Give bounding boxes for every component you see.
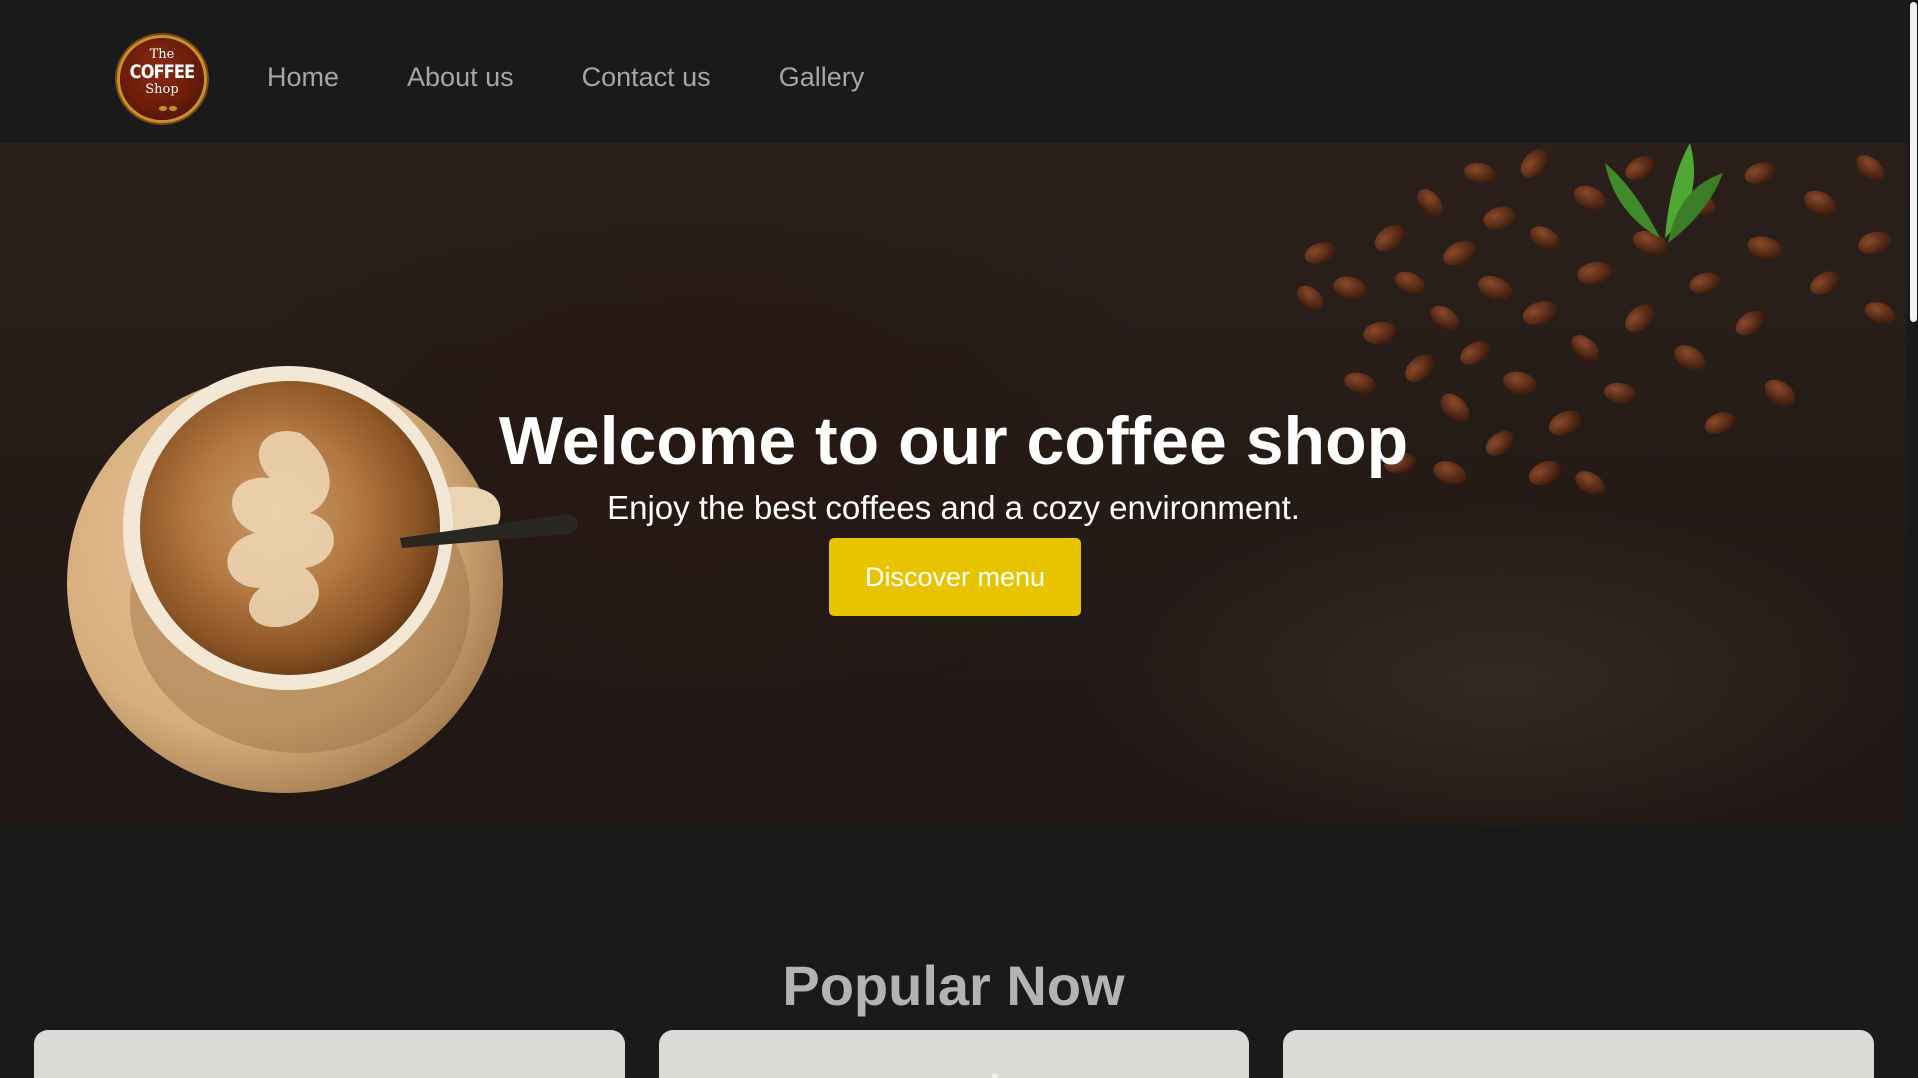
hero-subtitle: Enjoy the best coffees and a cozy enviro…: [607, 489, 1300, 526]
logo-text-coffee: COFFEE: [129, 61, 195, 83]
coffee-bean-icon: [154, 98, 184, 111]
scrollbar-thumb[interactable]: [1910, 2, 1917, 322]
nav-link-about-us[interactable]: About us: [407, 60, 514, 94]
card-image-placeholder: [992, 1073, 998, 1078]
hero-title: Welcome to our coffee shop: [498, 402, 1409, 479]
coffee-shop-logo[interactable]: The COFFEE Shop: [120, 38, 204, 120]
discover-menu-button[interactable]: Discover menu: [829, 538, 1081, 616]
main-nav: Home About us Contact us Gallery: [267, 60, 932, 94]
nav-link-contact-us[interactable]: Contact us: [582, 60, 711, 94]
leaf-illustration: [1605, 143, 1723, 243]
popular-now-heading: Popular Now: [782, 954, 1125, 1018]
vertical-scrollbar[interactable]: [1907, 0, 1918, 1078]
hero-background-image: [67, 143, 1896, 793]
nav-link-gallery[interactable]: Gallery: [779, 60, 865, 94]
nav-link-home[interactable]: Home: [267, 60, 339, 94]
hero-banner: Welcome to our coffee shop Enjoy the bes…: [0, 143, 1907, 826]
popular-card[interactable]: [1283, 1030, 1874, 1078]
popular-card[interactable]: [659, 1030, 1249, 1078]
logo-text-the: The: [149, 47, 175, 62]
logo-text-shop: Shop: [145, 82, 179, 97]
popular-card[interactable]: [34, 1030, 625, 1078]
site-header: The COFFEE Shop Home About us Contact us…: [0, 0, 1907, 143]
page: The COFFEE Shop Home About us Contact us…: [0, 0, 1907, 1078]
